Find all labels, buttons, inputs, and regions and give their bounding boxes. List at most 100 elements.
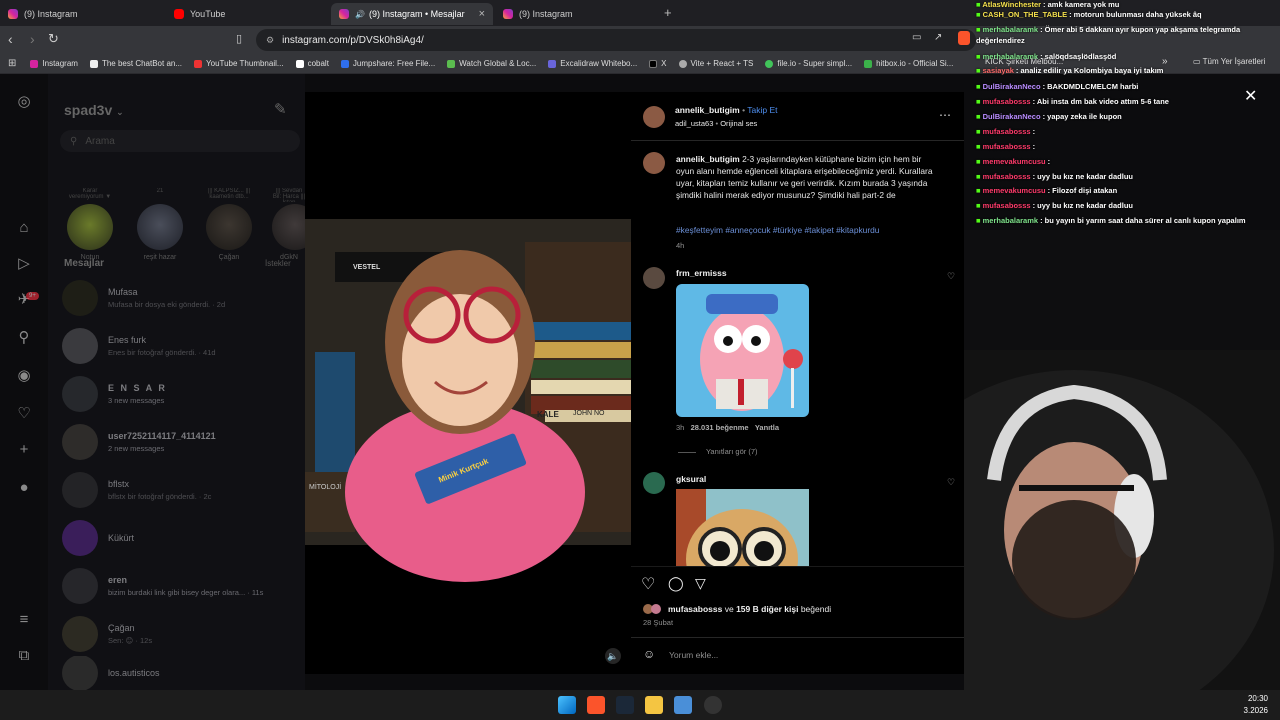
bookmark-instagram[interactable]: Instagram (30, 59, 78, 68)
chat-username[interactable]: AtlasWinchester (982, 0, 1041, 9)
notifications-heart-icon[interactable]: ♡ (14, 404, 34, 424)
conversation-item[interactable]: Çağan Sen: 😊 · 12s (62, 612, 302, 656)
new-tab-button[interactable]: + (664, 5, 672, 20)
comment-likes[interactable]: 28.031 beğenme (691, 423, 749, 432)
new-message-icon[interactable]: ✎ (274, 100, 287, 118)
clock-date[interactable]: 3.2026 (1236, 706, 1268, 715)
menu-icon[interactable]: ≡ (14, 610, 34, 630)
tab-instagram-1[interactable]: (9) Instagram (0, 3, 165, 25)
likes-summary[interactable]: mufasabosss ve 159 B diğer kişi beğendi (668, 604, 831, 614)
steam-icon[interactable] (616, 696, 634, 714)
chat-username[interactable]: mufasabosss (983, 97, 1031, 106)
tab-instagram-messages[interactable]: 🔊 (9) Instagram • Mesajlar × (331, 3, 493, 25)
back-icon[interactable]: ‹ (8, 31, 13, 47)
caption-author[interactable]: annelik_butigim (676, 154, 740, 164)
chat-username[interactable]: memevakumcusu (983, 157, 1046, 166)
home-icon[interactable]: ⌂ (14, 218, 34, 238)
create-plus-icon[interactable]: + (14, 440, 34, 460)
conversation-item[interactable]: Enes furk Enes bir fotoğraf gönderdi. · 4… (62, 324, 302, 368)
control-panel-icon[interactable] (674, 696, 692, 714)
conversation-item[interactable]: eren bizim burdaki link gibi bisey deger … (62, 564, 302, 608)
reload-icon[interactable]: ↻ (48, 31, 59, 47)
author-avatar[interactable] (643, 152, 665, 174)
bookmark-hitbox[interactable]: hitbox.io - Official Si... (864, 59, 953, 68)
conversation-item[interactable]: user7252114117_4114121 2 new messages (62, 420, 302, 464)
bookmark-x[interactable]: X (649, 59, 667, 68)
search-input[interactable]: ⚲ Arama (60, 130, 300, 152)
reply-button[interactable]: Yanıtla (755, 423, 779, 432)
chat-username[interactable]: CASH_ON_THE_TABLE (983, 10, 1067, 19)
like-comment-heart-icon[interactable]: ♡ (947, 271, 955, 282)
story-item[interactable]: Karar veremiyorum ▼ Notun (65, 188, 115, 261)
chat-username[interactable]: merhabalaramk (983, 52, 1038, 61)
site-info-icon[interactable]: ⚙ (266, 35, 274, 46)
requests-link[interactable]: İstekler (265, 259, 291, 268)
search-icon[interactable]: ⚲ (14, 328, 34, 348)
author-username[interactable]: annelik_butigim (675, 105, 740, 115)
bookmark-youtube-thumbnail[interactable]: YouTube Thumbnail... (194, 59, 284, 68)
comment-input[interactable]: Yorum ekle... (669, 650, 718, 660)
likes-user[interactable]: mufasabosss (668, 604, 722, 614)
chat-username[interactable]: DulBirakanNeco (983, 82, 1041, 91)
bookmark-cobalt[interactable]: cobalt (295, 59, 329, 68)
story-item[interactable]: ||| KALPSİZ... ||| kaametin dtb... Çağan (204, 188, 254, 261)
bookmark-vite[interactable]: Vite + React + TS (678, 59, 753, 68)
more-options-icon[interactable]: ⋯ (939, 108, 951, 122)
story-item[interactable]: 21 reşit hazar (135, 188, 185, 261)
story-item[interactable]: ||| Sevdan Bil: Harca ||| İstan dGkN (272, 188, 306, 261)
post-hashtags[interactable]: #keşfetteyim #anneçocuk #türkiye #takipe… (676, 225, 938, 235)
brave-browser-icon[interactable] (587, 696, 605, 714)
likes-others[interactable]: 159 B diğer kişi (736, 604, 798, 614)
account-switcher[interactable]: spad3v ⌄ (64, 102, 124, 118)
close-tab-icon[interactable]: × (479, 8, 485, 20)
commenter-username[interactable]: gksural (676, 474, 706, 484)
meta-apps-icon[interactable]: ⧉ (14, 646, 34, 666)
mute-toggle-icon[interactable]: 🔈 (605, 648, 621, 664)
like-heart-icon[interactable]: ♡ (641, 574, 655, 594)
bookmark-excalidraw[interactable]: Excalidraw Whitebo... (548, 59, 637, 68)
share-icon[interactable]: ↗ (934, 32, 942, 43)
author-avatar[interactable] (643, 106, 665, 128)
apps-grid-icon[interactable]: ⊞ (8, 58, 16, 69)
commenter-avatar[interactable] (643, 472, 665, 494)
tab-instagram-2[interactable]: (9) Instagram (495, 3, 655, 25)
explore-icon[interactable]: ◉ (14, 366, 34, 386)
chat-username[interactable]: mufasabosss (983, 142, 1031, 151)
view-replies-button[interactable]: Yanıtları gör (7) (678, 447, 758, 456)
instagram-logo-icon[interactable]: ◎ (14, 92, 34, 112)
reels-icon[interactable]: ▷ (14, 254, 34, 274)
chat-username[interactable]: mufasabosss (983, 127, 1031, 136)
obs-icon[interactable] (704, 696, 722, 714)
commenter-username[interactable]: frm_ermisss (676, 268, 727, 278)
cast-icon[interactable]: ▭ (912, 32, 921, 43)
chat-username[interactable]: memevakumcusu (983, 186, 1046, 195)
forward-icon[interactable]: › (30, 31, 35, 47)
chat-username[interactable]: mufasabosss (983, 172, 1031, 181)
chat-username[interactable]: merhabalaramk (983, 25, 1038, 34)
commenter-avatar[interactable] (643, 267, 665, 289)
bookmark-icon[interactable]: ▯ (236, 32, 242, 45)
chat-username[interactable]: sasiayak (983, 66, 1014, 75)
share-send-icon[interactable]: ▽ (695, 575, 706, 592)
conversation-item[interactable]: Kükürt (62, 516, 302, 560)
tab-youtube[interactable]: YouTube (166, 3, 331, 25)
post-video-player[interactable]: VESTEL KALE JOHN NO MİTOLOJİ Minik Kurtç… (305, 92, 631, 674)
chat-username[interactable]: DulBirakanNeco (983, 112, 1041, 121)
bookmark-watch-global[interactable]: Watch Global & Loc... (447, 59, 536, 68)
profile-avatar-icon[interactable]: ● (14, 478, 34, 498)
address-bar[interactable]: ⚙ instagram.com/p/DVSk0h8iAg4/ (256, 29, 976, 51)
chat-username[interactable]: merhabalaramk (983, 216, 1038, 225)
bookmark-jumpshare[interactable]: Jumpshare: Free File... (340, 59, 435, 68)
clock-time[interactable]: 20:30 (1236, 694, 1268, 703)
emoji-icon[interactable]: ☺ (643, 647, 655, 661)
conversation-item[interactable]: bflstx bflstx bir fotoğraf gönderdi. · 2c (62, 468, 302, 512)
post-audio[interactable]: adil_usta63 • Orijinal ses (675, 119, 757, 128)
follow-button[interactable]: Takip Et (747, 105, 777, 115)
start-windows-icon[interactable] (558, 696, 576, 714)
bookmark-fileio[interactable]: file.io - Super simpl... (765, 59, 852, 68)
like-comment-heart-icon[interactable]: ♡ (947, 477, 955, 488)
bookmark-chatbot[interactable]: The best ChatBot an... (89, 59, 182, 68)
chat-username[interactable]: mufasabosss (983, 201, 1031, 210)
conversation-item[interactable]: Mufasa Mufasa bir dosya eki gönderdi. · 2… (62, 276, 302, 320)
conversation-item[interactable]: E N S A R 3 new messages (62, 372, 302, 416)
